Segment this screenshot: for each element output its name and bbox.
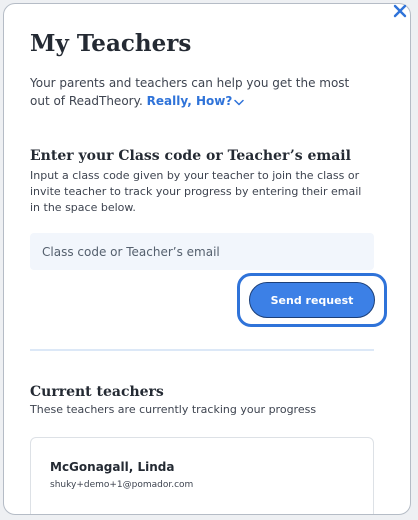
teacher-name: McGonagall, Linda — [50, 460, 175, 474]
class-code-input[interactable] — [30, 233, 374, 270]
request-description: Input a class code given by your teacher… — [30, 169, 362, 214]
current-teachers-heading: Current teachers — [30, 384, 164, 400]
teacher-card: McGonagall, Linda shuky+demo+1@pomador.c… — [30, 437, 374, 514]
intro-text: Your parents and teachers can help you g… — [30, 74, 370, 110]
chevron-down-icon — [234, 99, 245, 106]
section-divider — [30, 349, 374, 351]
request-heading: Enter your Class code or Teacher’s email — [30, 148, 351, 164]
send-request-button[interactable]: Send request — [249, 282, 375, 318]
really-how-label: Really, How? — [146, 94, 233, 108]
dialog-title: My Teachers — [30, 30, 192, 57]
teacher-email: shuky+demo+1@pomador.com — [50, 480, 194, 490]
my-teachers-dialog: My Teachers Your parents and teachers ca… — [3, 3, 411, 515]
close-icon[interactable] — [392, 3, 408, 19]
really-how-link[interactable]: Really, How? — [147, 94, 245, 108]
current-teachers-subtitle: These teachers are currently tracking yo… — [30, 403, 317, 416]
